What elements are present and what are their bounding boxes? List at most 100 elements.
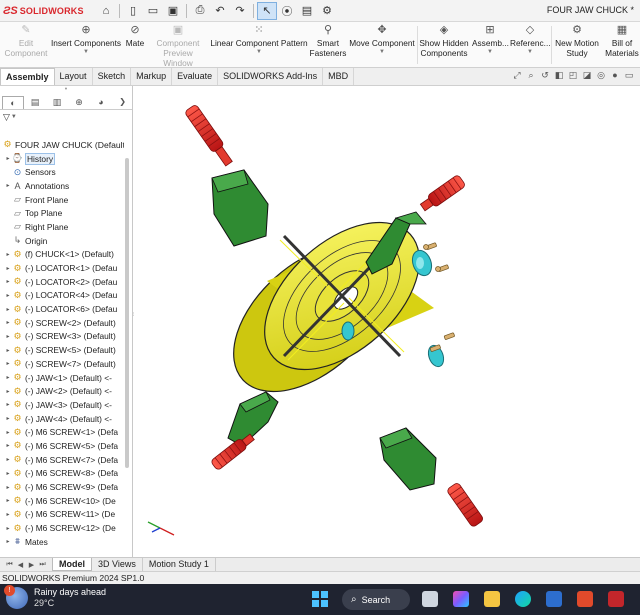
office-icon[interactable] <box>577 591 593 607</box>
expand-arrow-icon[interactable]: ▸ <box>4 415 12 422</box>
windows-start-icon[interactable] <box>312 591 328 607</box>
tree-item[interactable]: ▸ ⚙ (-) JAW<4> (Default) <- <box>0 412 124 426</box>
bottom-tab-motion-study-1[interactable]: Motion Study 1 <box>143 558 216 571</box>
tree-item[interactable]: ▸ ⚙ (-) JAW<1> (Default) <- <box>0 371 124 385</box>
select-arrow-icon[interactable]: ↖ <box>257 1 277 20</box>
redo-icon[interactable]: ↷ <box>230 2 250 20</box>
tree-item[interactable]: ▸ ⚙ (-) LOCATOR<6> (Defau <box>0 302 124 316</box>
tree-item[interactable]: ▸ ⩩ Mates <box>0 535 124 549</box>
tree-item[interactable]: ▸ ⚙ (-) M6 SCREW<7> (Defa <box>0 453 124 467</box>
panel-grip[interactable]: • <box>0 86 132 96</box>
file-explorer-icon[interactable] <box>484 591 500 607</box>
tree-item[interactable]: ▸ ⚙ (-) JAW<3> (Default) <- <box>0 398 124 412</box>
bill-of-materials-button[interactable]: ▦ Bill of Materials <box>604 24 640 58</box>
dimxpert-tab-icon[interactable]: ⊕ <box>68 96 90 109</box>
tree-item[interactable]: ▸ ⚙ (-) M6 SCREW<5> (Defa <box>0 439 124 453</box>
tree-item[interactable]: ▸ ⌚ History <box>0 152 124 166</box>
tab-evaluate[interactable]: Evaluate <box>172 68 219 85</box>
smart-fasteners-button[interactable]: ⚲ Smart Fasteners <box>309 24 347 58</box>
expand-arrow-icon[interactable]: ▸ <box>4 470 12 477</box>
expand-arrow-icon[interactable]: ▸ <box>4 347 12 354</box>
tree-item[interactable]: ▸ ⚙ (-) M6 SCREW<8> (Defa <box>0 467 124 481</box>
assembly-model-view[interactable] <box>134 86 640 557</box>
tree-item[interactable]: ▸ ⚙ (-) LOCATOR<1> (Defau <box>0 261 124 275</box>
tree-item[interactable]: ↳ Origin <box>0 234 124 248</box>
tree-item[interactable]: ▸ ⚙ (-) SCREW<7> (Default) <box>0 357 124 371</box>
expand-arrow-icon[interactable]: ▸ <box>4 442 12 449</box>
tab-solidworks-add-ins[interactable]: SOLIDWORKS Add-Ins <box>218 68 324 85</box>
show-hidden-components-button[interactable]: ◈ Show Hidden Components <box>419 24 469 58</box>
insert-components-button[interactable]: ⊕ Insert Components ▼ <box>50 24 122 56</box>
tree-item[interactable]: ▸ ⚙ (-) M6 SCREW<12> (De <box>0 521 124 535</box>
copilot-icon[interactable] <box>453 591 469 607</box>
scene-icon[interactable]: ▭ <box>622 70 636 81</box>
tree-item[interactable]: ▸ ⚙ (-) M6 SCREW<11> (De <box>0 508 124 522</box>
expand-arrow-icon[interactable]: ▸ <box>4 292 12 299</box>
tree-root-assembly[interactable]: ⚙ FOUR JAW CHUCK (Default <box>0 138 124 152</box>
tree-item[interactable]: ⊙ Sensors <box>0 165 124 179</box>
section-view-icon[interactable]: ◧ <box>552 70 566 81</box>
tree-item[interactable]: ▸ A Annotations <box>0 179 124 193</box>
tab-assembly[interactable]: Assembly <box>0 68 55 85</box>
rebuild-icon[interactable]: ▤ <box>297 2 317 20</box>
next-tab-icon[interactable]: ▶ <box>26 561 37 569</box>
expand-arrow-icon[interactable]: ▸ <box>4 182 12 189</box>
solidworks-taskbar-icon[interactable] <box>608 591 624 607</box>
property-manager-tab-icon[interactable]: ▤ <box>24 96 46 109</box>
more-tabs-chevron-icon[interactable]: ❯ <box>119 97 126 106</box>
tree-filter[interactable]: ▽ ▼ <box>0 110 132 124</box>
mate-button[interactable]: ⊘ Mate <box>123 24 147 48</box>
undo-icon[interactable]: ↶ <box>210 2 230 20</box>
linear-component-pattern-button[interactable]: ⁙ Linear Component Pattern ▼ <box>210 24 308 56</box>
zoom-area-icon[interactable]: ⌕ <box>524 70 538 81</box>
expand-arrow-icon[interactable]: ▸ <box>4 538 12 545</box>
tree-item[interactable]: ▸ ⚙ (-) LOCATOR<2> (Defau <box>0 275 124 289</box>
tree-item[interactable]: ▸ ⚙ (-) M6 SCREW<9> (Defa <box>0 480 124 494</box>
feature-manager-tab-icon[interactable]: ◐ <box>2 96 24 109</box>
appearance-icon[interactable]: ● <box>608 70 622 81</box>
expand-arrow-icon[interactable]: ▸ <box>4 374 12 381</box>
assembly-features-button[interactable]: ⊞ Assemb... ▼ <box>472 24 509 56</box>
first-tab-icon[interactable]: ⏮ <box>4 561 15 569</box>
options-gear-icon[interactable]: ⚙ <box>317 2 337 20</box>
expand-arrow-icon[interactable]: ▸ <box>4 265 12 272</box>
tree-item[interactable]: ▸ ⚙ (-) SCREW<5> (Default) <box>0 343 124 357</box>
tree-item[interactable]: ▱ Top Plane <box>0 206 124 220</box>
expand-arrow-icon[interactable]: ▸ <box>4 525 12 532</box>
tree-item[interactable]: ▱ Right Plane <box>0 220 124 234</box>
expand-arrow-icon[interactable]: ▸ <box>4 360 12 367</box>
expand-arrow-icon[interactable]: ▸ <box>4 278 12 285</box>
solidworks-logo[interactable]: ƧS SOLIDWORKS <box>0 5 90 17</box>
expand-arrow-icon[interactable]: ▸ <box>4 306 12 313</box>
tree-item[interactable]: ▸ ⚙ (-) SCREW<3> (Default) <box>0 330 124 344</box>
expand-arrow-icon[interactable]: ▸ <box>4 333 12 340</box>
expand-arrow-icon[interactable]: ▸ <box>4 319 12 326</box>
edge-browser-icon[interactable] <box>515 591 531 607</box>
display-manager-tab-icon[interactable]: ◕ <box>90 96 112 109</box>
tree-item[interactable]: ▸ ⚙ (-) LOCATOR<4> (Defau <box>0 289 124 303</box>
expand-arrow-icon[interactable]: ▸ <box>4 401 12 408</box>
previous-view-icon[interactable]: ↺ <box>538 70 552 81</box>
bottom-tab-model[interactable]: Model <box>52 558 92 571</box>
expand-arrow-icon[interactable]: ▸ <box>4 456 12 463</box>
save-icon[interactable]: ▣ <box>163 2 183 20</box>
tree-item[interactable]: ▸ ⚙ (-) M6 SCREW<1> (Defa <box>0 425 124 439</box>
tab-markup[interactable]: Markup <box>131 68 173 85</box>
tree-scrollbar[interactable] <box>124 138 130 548</box>
expand-arrow-icon[interactable]: ▸ <box>4 251 12 258</box>
component-preview-window-button[interactable]: ▣ Component Preview Window <box>148 24 208 68</box>
display-style-icon[interactable]: ◪ <box>580 70 594 81</box>
new-doc-icon[interactable]: ▯ <box>123 2 143 20</box>
prev-tab-icon[interactable]: ◀ <box>15 561 26 569</box>
store-icon[interactable] <box>546 591 562 607</box>
tree-item[interactable]: ▸ ⚙ (-) M6 SCREW<10> (De <box>0 494 124 508</box>
move-component-button[interactable]: ✥ Move Component ▼ <box>348 24 416 56</box>
expand-arrow-icon[interactable]: ▸ <box>4 388 12 395</box>
weather-widget[interactable]: ! Rainy days ahead 29°C <box>4 585 106 609</box>
new-motion-study-button[interactable]: ⚙ New Motion Study <box>553 24 601 58</box>
bottom-tab-3d-views[interactable]: 3D Views <box>92 558 143 571</box>
task-view-icon[interactable] <box>422 591 438 607</box>
scrollbar-thumb[interactable] <box>125 158 129 468</box>
expand-arrow-icon[interactable]: ▸ <box>4 155 12 162</box>
print-icon[interactable]: ⎙ <box>190 2 210 20</box>
